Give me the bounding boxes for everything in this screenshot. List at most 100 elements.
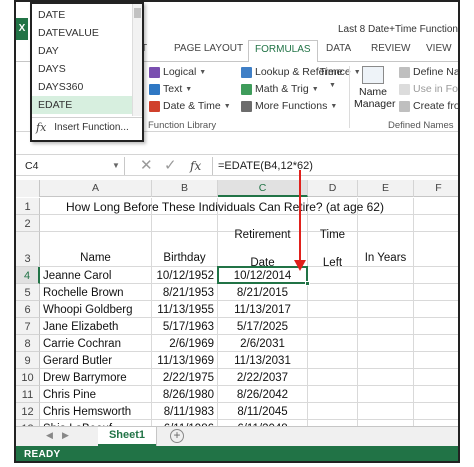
cell-e8[interactable] bbox=[358, 335, 414, 352]
cell-e11[interactable] bbox=[358, 386, 414, 403]
cell-f10[interactable] bbox=[414, 369, 458, 386]
cell-b8[interactable]: 2/6/1969 bbox=[152, 335, 218, 352]
fill-handle[interactable] bbox=[305, 281, 310, 286]
cell-d9[interactable] bbox=[308, 352, 358, 369]
row-header-12[interactable]: 12 bbox=[16, 403, 40, 420]
cell-f9[interactable] bbox=[414, 352, 458, 369]
row-header-11[interactable]: 11 bbox=[16, 386, 40, 403]
cell-a3[interactable]: Name bbox=[40, 232, 152, 267]
tab-view[interactable]: VIEW bbox=[426, 43, 452, 54]
cell-a2[interactable] bbox=[40, 215, 152, 232]
cell-e5[interactable] bbox=[358, 284, 414, 301]
insert-function-icon[interactable]: fx bbox=[190, 157, 201, 175]
cancel-icon[interactable]: ✕ bbox=[140, 156, 153, 176]
cell-b3[interactable]: Birthday bbox=[152, 232, 218, 267]
tab-page-layout[interactable]: PAGE LAYOUT bbox=[174, 43, 243, 54]
cell-a11[interactable]: Chris Pine bbox=[40, 386, 152, 403]
cell-d3[interactable]: Time Left bbox=[308, 229, 358, 269]
math-trig-button[interactable]: Math & Trig ▼ bbox=[241, 83, 319, 95]
column-header-a[interactable]: A bbox=[40, 180, 152, 197]
cell-f4[interactable] bbox=[414, 267, 458, 284]
cell-b7[interactable]: 5/17/1963 bbox=[152, 318, 218, 335]
cell-f7[interactable] bbox=[414, 318, 458, 335]
row-header-4[interactable]: 4 bbox=[16, 267, 40, 284]
cell-c12[interactable]: 8/11/2045 bbox=[218, 403, 308, 420]
cell-a6[interactable]: Whoopi Goldberg bbox=[40, 301, 152, 318]
function-item-date[interactable]: DATE bbox=[32, 6, 142, 24]
cell-b10[interactable]: 2/22/1975 bbox=[152, 369, 218, 386]
function-item-days360[interactable]: DAYS360 bbox=[32, 78, 142, 96]
cell-c8[interactable]: 2/6/2031 bbox=[218, 335, 308, 352]
cell-f3[interactable] bbox=[414, 232, 458, 267]
cell-f2[interactable] bbox=[414, 215, 458, 232]
cell-b12[interactable]: 8/11/1983 bbox=[152, 403, 218, 420]
logical-button[interactable]: Logical ▼ bbox=[149, 66, 206, 78]
cell-c5[interactable]: 8/21/2015 bbox=[218, 284, 308, 301]
dropdown-scrollbar[interactable] bbox=[132, 4, 142, 116]
date-time-button[interactable]: Date & Time ▼ bbox=[149, 100, 231, 112]
column-header-d[interactable]: D bbox=[308, 180, 358, 197]
cell-f12[interactable] bbox=[414, 403, 458, 420]
function-item-day[interactable]: DAY bbox=[32, 42, 142, 60]
cell-d6[interactable] bbox=[308, 301, 358, 318]
cell-c10[interactable]: 2/22/2037 bbox=[218, 369, 308, 386]
cell-a4[interactable]: Jeanne Carol bbox=[40, 267, 152, 284]
cell-c9[interactable]: 11/13/2031 bbox=[218, 352, 308, 369]
cell-a12[interactable]: Chris Hemsworth bbox=[40, 403, 152, 420]
row-header-5[interactable]: 5 bbox=[16, 284, 40, 301]
row-header-7[interactable]: 7 bbox=[16, 318, 40, 335]
cell-c11[interactable]: 8/26/2042 bbox=[218, 386, 308, 403]
cell-a5[interactable]: Rochelle Brown bbox=[40, 284, 152, 301]
cell-d4[interactable] bbox=[308, 267, 358, 284]
define-name-button[interactable]: Define Name bbox=[399, 66, 458, 78]
function-item-days[interactable]: DAYS bbox=[32, 60, 142, 78]
select-all-corner[interactable] bbox=[16, 180, 40, 197]
column-header-b[interactable]: B bbox=[152, 180, 218, 197]
column-header-f[interactable]: F bbox=[414, 180, 458, 197]
name-manager-button[interactable]: Name Manager bbox=[354, 66, 395, 110]
time-button[interactable]: Time ▼ bbox=[317, 66, 345, 92]
prev-sheet-icon[interactable]: ◀ bbox=[46, 430, 53, 441]
row-header-2[interactable]: 2 bbox=[16, 215, 40, 232]
column-header-e[interactable]: E bbox=[358, 180, 414, 197]
next-sheet-icon[interactable]: ▶ bbox=[62, 430, 69, 441]
row-header-6[interactable]: 6 bbox=[16, 301, 40, 318]
cell-e12[interactable] bbox=[358, 403, 414, 420]
row-header-1[interactable]: 1 bbox=[16, 198, 40, 215]
create-from-selection-button[interactable]: Create from Se bbox=[399, 100, 458, 112]
cell-f6[interactable] bbox=[414, 301, 458, 318]
more-functions-button[interactable]: More Functions ▼ bbox=[241, 100, 337, 112]
cell-d8[interactable] bbox=[308, 335, 358, 352]
row-header-9[interactable]: 9 bbox=[16, 352, 40, 369]
cell-e4[interactable] bbox=[358, 267, 414, 284]
insert-function-menu-item[interactable]: fx Insert Function... bbox=[36, 121, 129, 134]
scrollbar-thumb[interactable] bbox=[134, 8, 141, 18]
cell-e10[interactable] bbox=[358, 369, 414, 386]
row-header-8[interactable]: 8 bbox=[16, 335, 40, 352]
name-box[interactable]: C4 bbox=[22, 158, 112, 174]
cell-d5[interactable] bbox=[308, 284, 358, 301]
cell-a9[interactable]: Gerard Butler bbox=[40, 352, 152, 369]
use-in-formula-button[interactable]: Use in Formul bbox=[399, 83, 458, 95]
sheet-tab-sheet1[interactable]: Sheet1 bbox=[98, 427, 156, 446]
column-header-c[interactable]: C bbox=[218, 180, 308, 197]
cell-b11[interactable]: 8/26/1980 bbox=[152, 386, 218, 403]
function-item-datevalue[interactable]: DATEVALUE bbox=[32, 24, 142, 42]
cell-b2[interactable] bbox=[152, 215, 218, 232]
cell-b6[interactable]: 11/13/1955 bbox=[152, 301, 218, 318]
cell-d12[interactable] bbox=[308, 403, 358, 420]
cell-d7[interactable] bbox=[308, 318, 358, 335]
row-header-3[interactable]: 3 bbox=[16, 232, 40, 267]
chevron-down-icon[interactable]: ▼ bbox=[112, 158, 120, 174]
tab-data[interactable]: DATA bbox=[326, 43, 351, 54]
cell-d11[interactable] bbox=[308, 386, 358, 403]
cell-c7[interactable]: 5/17/2025 bbox=[218, 318, 308, 335]
function-item-edate[interactable]: EDATE bbox=[32, 96, 142, 114]
cell-a8[interactable]: Carrie Cochran bbox=[40, 335, 152, 352]
cell-f11[interactable] bbox=[414, 386, 458, 403]
cell-e6[interactable] bbox=[358, 301, 414, 318]
cell-e2[interactable] bbox=[358, 215, 414, 232]
cell-a7[interactable]: Jane Elizabeth bbox=[40, 318, 152, 335]
cell-f8[interactable] bbox=[414, 335, 458, 352]
tab-review[interactable]: REVIEW bbox=[371, 43, 410, 54]
